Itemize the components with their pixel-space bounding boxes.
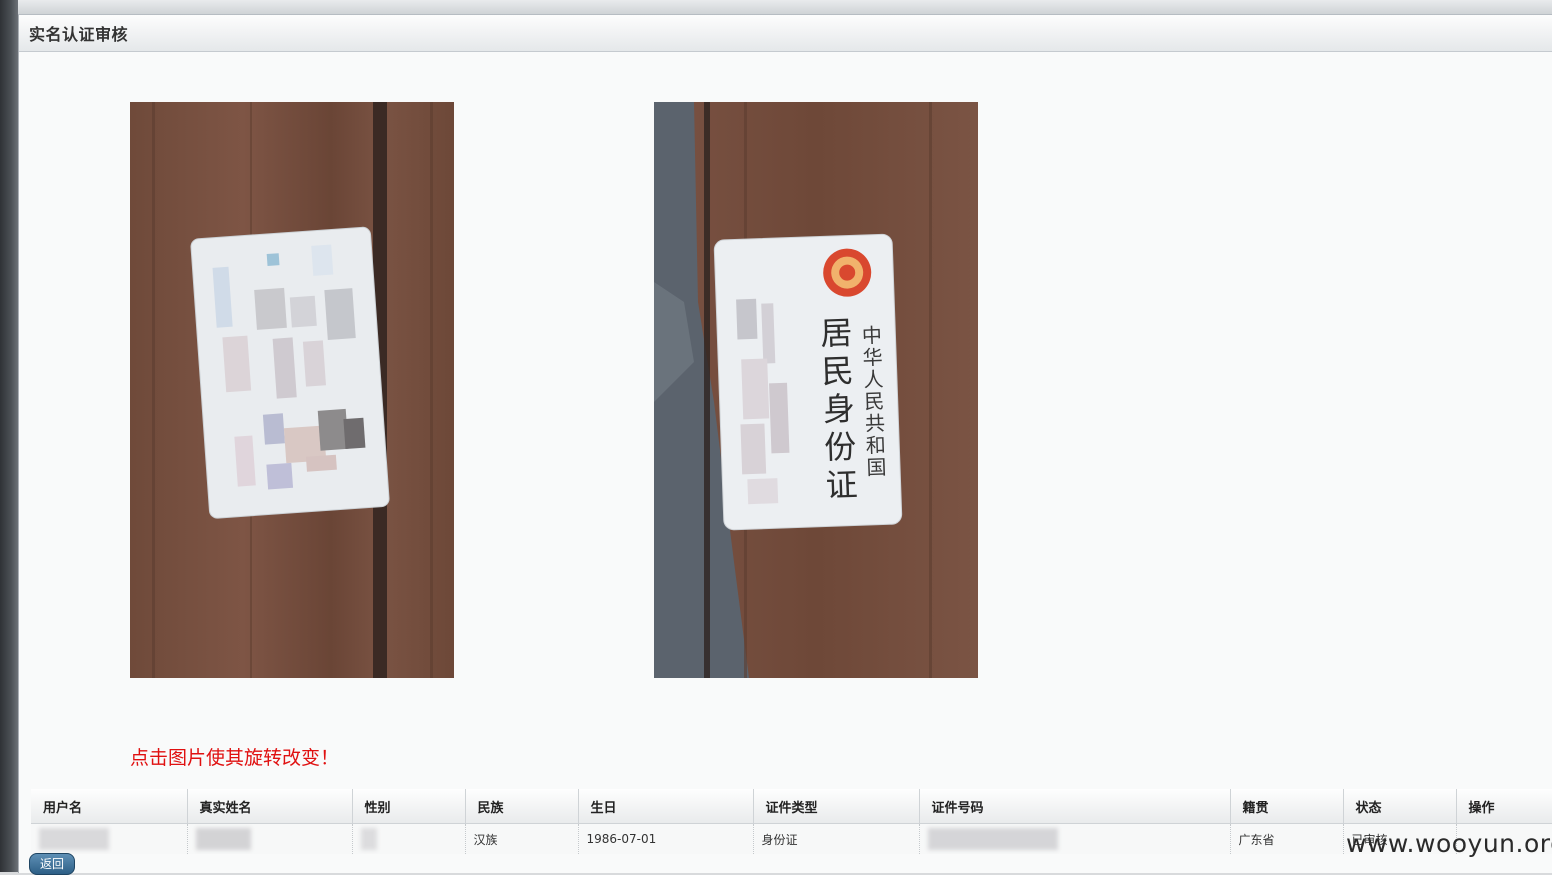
col-header-realname: 真实姓名 (187, 789, 353, 824)
cell-birthday: 1986-07-01 (578, 823, 754, 854)
cell-ethnicity: 汉族 (465, 823, 579, 854)
table-header-row: 用户名 真实姓名 性别 民族 生日 证件类型 证件号码 籍贯 状态 操作 (31, 789, 1552, 824)
col-header-status: 状态 (1343, 789, 1457, 824)
user-info-table: 用户名 真实姓名 性别 民族 生日 证件类型 证件号码 籍贯 状态 操作 汉族 … (31, 789, 1552, 854)
id-card-back-photo[interactable]: 中华人民共和国 居民身份证 (654, 102, 978, 678)
id-card-front-photo[interactable] (130, 102, 454, 678)
rotate-hint-text: 点击图片使其旋转改变！ (130, 747, 340, 769)
col-header-ethnicity: 民族 (465, 789, 579, 824)
cell-gender (352, 823, 466, 854)
watermark-text: www.wooyun.org (1346, 829, 1552, 858)
page-title: 实名认证审核 (29, 25, 129, 44)
cell-native-place: 广东省 (1230, 823, 1344, 854)
card-type-text: 居民身份证 (815, 315, 860, 506)
col-header-id-type: 证件类型 (753, 789, 920, 824)
col-header-birthday: 生日 (578, 789, 754, 824)
redacted-gender (360, 828, 377, 850)
col-header-gender: 性别 (352, 789, 466, 824)
cell-id-type: 身份证 (753, 823, 920, 854)
col-header-username: 用户名 (31, 789, 188, 824)
window-top-strip (0, 0, 1552, 14)
redacted-username (39, 828, 109, 850)
cell-id-number (919, 823, 1231, 854)
col-header-action: 操作 (1456, 789, 1552, 824)
col-header-native-place: 籍贯 (1230, 789, 1344, 824)
redacted-realname (195, 828, 251, 850)
redacted-id-number (927, 828, 1058, 850)
review-panel: 实名认证审核 中华人民共和国 居民身份证 点击图片使其旋转改变！ 用户名 真实姓… (18, 14, 1552, 875)
panel-header: 实名认证审核 (19, 15, 1552, 52)
cell-username (31, 823, 188, 854)
col-header-id-number: 证件号码 (919, 789, 1231, 824)
left-frame-bar (0, 0, 18, 872)
cell-realname (187, 823, 353, 854)
table-row: 汉族 1986-07-01 身份证 广东省 已审核 (31, 823, 1552, 854)
